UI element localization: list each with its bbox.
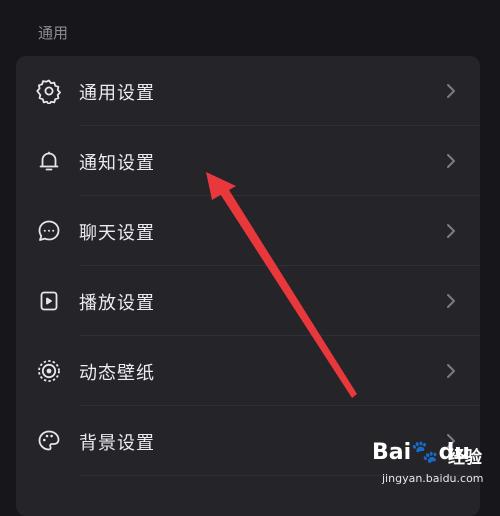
chevron-right-icon xyxy=(444,290,458,312)
gear-icon xyxy=(36,78,62,104)
chevron-right-icon xyxy=(444,80,458,102)
chevron-right-icon xyxy=(444,220,458,242)
palette-icon xyxy=(36,428,62,454)
watermark-url: jingyan.baidu.com xyxy=(382,472,484,485)
chevron-right-icon xyxy=(444,150,458,172)
settings-item-label: 通用设置 xyxy=(79,83,155,104)
settings-item-chat[interactable]: 聊天设置 xyxy=(16,196,480,266)
settings-item-general[interactable]: 通用设置 xyxy=(16,56,480,126)
settings-item-label: 动态壁纸 xyxy=(79,363,155,384)
playback-icon xyxy=(36,288,62,314)
chat-bubble-icon xyxy=(36,218,62,244)
settings-item-label: 背景设置 xyxy=(79,433,155,454)
chevron-right-icon xyxy=(444,360,458,382)
settings-item-live-wallpaper[interactable]: 动态壁纸 xyxy=(16,336,480,406)
settings-item-label: 播放设置 xyxy=(79,293,155,314)
settings-item-playback[interactable]: 播放设置 xyxy=(16,266,480,336)
settings-item-label: 聊天设置 xyxy=(79,223,155,244)
settings-item-notification[interactable]: 通知设置 xyxy=(16,126,480,196)
settings-item-label: 通知设置 xyxy=(79,153,155,174)
bell-icon xyxy=(36,148,62,174)
watermark-cn: 经验 xyxy=(448,448,482,468)
baidu-jingyan-watermark: Bai🐾du 经验 jingyan.baidu.com xyxy=(364,440,496,494)
section-title: 通用 xyxy=(38,24,69,42)
live-wallpaper-icon xyxy=(36,358,62,384)
